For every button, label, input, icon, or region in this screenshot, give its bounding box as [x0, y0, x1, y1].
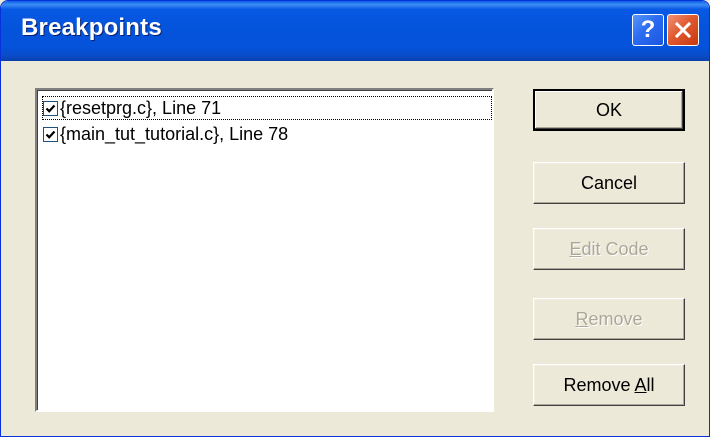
dialog-body: {resetprg.c}, Line 71 {main_tut_tutorial… [1, 61, 709, 436]
remove-button[interactable]: Remove [533, 298, 685, 340]
list-item[interactable]: {resetprg.c}, Line 71 [42, 96, 492, 120]
help-icon: ? [640, 16, 656, 43]
breakpoints-dialog: Breakpoints ? {resetprg.c}, Line 71 {mai… [0, 0, 710, 437]
title-bar[interactable]: Breakpoints ? [1, 1, 709, 61]
remove-all-button[interactable]: Remove All [533, 364, 685, 406]
help-button[interactable]: ? [632, 14, 664, 46]
edit-code-button-label: Edit Code [569, 238, 649, 259]
close-icon [674, 21, 692, 39]
close-button[interactable] [667, 14, 699, 46]
edit-code-button[interactable]: Edit Code [533, 228, 685, 270]
cancel-button-label: Cancel [580, 172, 638, 193]
breakpoint-checkbox[interactable] [43, 126, 58, 142]
checkmark-icon [45, 130, 56, 139]
dialog-title: Breakpoints [21, 14, 162, 41]
breakpoint-label: {main_tut_tutorial.c}, Line 78 [60, 123, 289, 144]
ok-button[interactable]: OK [533, 89, 685, 131]
breakpoint-label: {resetprg.c}, Line 71 [60, 97, 222, 118]
remove-all-button-label: Remove All [563, 374, 655, 395]
list-item[interactable]: {main_tut_tutorial.c}, Line 78 [43, 123, 288, 145]
ok-button-label: OK [595, 99, 622, 120]
cancel-button[interactable]: Cancel [533, 162, 685, 204]
checkmark-icon [45, 104, 56, 113]
remove-button-label: Remove [575, 308, 643, 329]
breakpoint-list[interactable]: {resetprg.c}, Line 71 {main_tut_tutorial… [35, 88, 494, 412]
breakpoint-checkbox[interactable] [43, 100, 58, 116]
